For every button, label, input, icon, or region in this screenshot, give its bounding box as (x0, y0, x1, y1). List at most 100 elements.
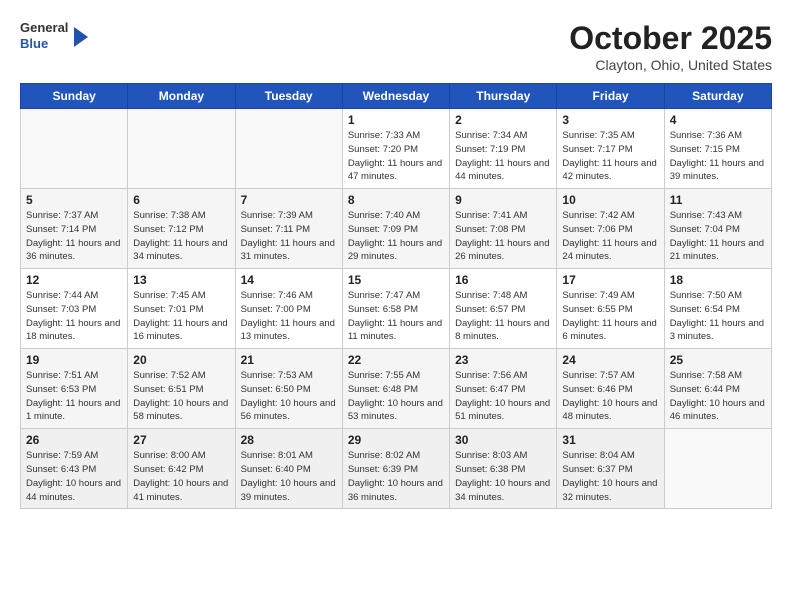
cell-info-text: Sunrise: 7:37 AM Sunset: 7:14 PM Dayligh… (26, 209, 122, 264)
calendar-cell: 18Sunrise: 7:50 AM Sunset: 6:54 PM Dayli… (664, 269, 771, 349)
calendar-cell (235, 109, 342, 189)
calendar-cell: 12 Sunrise: 7:44 AM Sunset: 7:03 PM Dayli… (21, 269, 128, 349)
cell-info-text: Sunrise: 8:01 AM Sunset: 6:40 PM Dayligh… (241, 449, 337, 504)
cell-date-number: 16 (455, 273, 551, 287)
calendar-cell: 22Sunrise: 7:55 AM Sunset: 6:48 PM Dayli… (342, 349, 449, 429)
cell-info-text: Sunrise: 7:36 AM Sunset: 7:15 PM Dayligh… (670, 129, 766, 184)
day-header-monday: Monday (128, 84, 235, 109)
calendar-cell: 7 Sunrise: 7:39 AM Sunset: 7:11 PM Daylig… (235, 189, 342, 269)
calendar-week-row: 26Sunrise: 7:59 AM Sunset: 6:43 PM Dayli… (21, 429, 772, 509)
cell-date-number: 15 (348, 273, 444, 287)
cell-date-number: 7 (241, 193, 337, 207)
calendar-cell: 5 Sunrise: 7:37 AM Sunset: 7:14 PM Daylig… (21, 189, 128, 269)
cell-info-text: Sunrise: 7:44 AM Sunset: 7:03 PM Dayligh… (26, 289, 122, 344)
cell-date-number: 14 (241, 273, 337, 287)
calendar-cell: 26Sunrise: 7:59 AM Sunset: 6:43 PM Dayli… (21, 429, 128, 509)
cell-date-number: 18 (670, 273, 766, 287)
cell-date-number: 24 (562, 353, 658, 367)
cell-info-text: Sunrise: 7:58 AM Sunset: 6:44 PM Dayligh… (670, 369, 766, 424)
cell-info-text: Sunrise: 7:51 AM Sunset: 6:53 PM Dayligh… (26, 369, 122, 424)
calendar-cell: 10 Sunrise: 7:42 AM Sunset: 7:06 PM Dayli… (557, 189, 664, 269)
cell-info-text: Sunrise: 7:38 AM Sunset: 7:12 PM Dayligh… (133, 209, 229, 264)
calendar-cell: 15 Sunrise: 7:47 AM Sunset: 6:58 PM Dayli… (342, 269, 449, 349)
calendar-cell: 9 Sunrise: 7:41 AM Sunset: 7:08 PM Daylig… (450, 189, 557, 269)
cell-date-number: 3 (562, 113, 658, 127)
cell-date-number: 6 (133, 193, 229, 207)
cell-date-number: 27 (133, 433, 229, 447)
logo-general: General (20, 20, 68, 36)
cell-date-number: 26 (26, 433, 122, 447)
cell-date-number: 12 (26, 273, 122, 287)
cell-info-text: Sunrise: 8:03 AM Sunset: 6:38 PM Dayligh… (455, 449, 551, 504)
calendar-cell: 11 Sunrise: 7:43 AM Sunset: 7:04 PM Dayli… (664, 189, 771, 269)
calendar-cell: 29Sunrise: 8:02 AM Sunset: 6:39 PM Dayli… (342, 429, 449, 509)
calendar-cell: 20 Sunrise: 7:52 AM Sunset: 6:51 PM Dayli… (128, 349, 235, 429)
cell-date-number: 5 (26, 193, 122, 207)
calendar-cell: 2 Sunrise: 7:34 AM Sunset: 7:19 PM Daylig… (450, 109, 557, 189)
calendar-cell: 17 Sunrise: 7:49 AM Sunset: 6:55 PM Dayli… (557, 269, 664, 349)
calendar-cell: 25 Sunrise: 7:58 AM Sunset: 6:44 PM Dayli… (664, 349, 771, 429)
calendar-cell: 19Sunrise: 7:51 AM Sunset: 6:53 PM Dayli… (21, 349, 128, 429)
calendar-cell: 31 Sunrise: 8:04 AM Sunset: 6:37 PM Dayli… (557, 429, 664, 509)
cell-info-text: Sunrise: 7:40 AM Sunset: 7:09 PM Dayligh… (348, 209, 444, 264)
cell-info-text: Sunrise: 7:53 AM Sunset: 6:50 PM Dayligh… (241, 369, 337, 424)
day-header-thursday: Thursday (450, 84, 557, 109)
cell-date-number: 10 (562, 193, 658, 207)
cell-info-text: Sunrise: 7:46 AM Sunset: 7:00 PM Dayligh… (241, 289, 337, 344)
day-header-sunday: Sunday (21, 84, 128, 109)
cell-date-number: 25 (670, 353, 766, 367)
cell-info-text: Sunrise: 7:47 AM Sunset: 6:58 PM Dayligh… (348, 289, 444, 344)
cell-info-text: Sunrise: 7:33 AM Sunset: 7:20 PM Dayligh… (348, 129, 444, 184)
calendar-cell: 3 Sunrise: 7:35 AM Sunset: 7:17 PM Daylig… (557, 109, 664, 189)
calendar-cell: 1Sunrise: 7:33 AM Sunset: 7:20 PM Daylig… (342, 109, 449, 189)
calendar-cell: 16 Sunrise: 7:48 AM Sunset: 6:57 PM Dayli… (450, 269, 557, 349)
calendar-cell (128, 109, 235, 189)
calendar-cell: 30 Sunrise: 8:03 AM Sunset: 6:38 PM Dayli… (450, 429, 557, 509)
cell-date-number: 11 (670, 193, 766, 207)
calendar-week-row: 1Sunrise: 7:33 AM Sunset: 7:20 PM Daylig… (21, 109, 772, 189)
logo-blue: Blue (20, 36, 68, 52)
day-header-wednesday: Wednesday (342, 84, 449, 109)
calendar-table: SundayMondayTuesdayWednesdayThursdayFrid… (20, 83, 772, 509)
calendar-cell: 13 Sunrise: 7:45 AM Sunset: 7:01 PM Dayli… (128, 269, 235, 349)
cell-info-text: Sunrise: 7:41 AM Sunset: 7:08 PM Dayligh… (455, 209, 551, 264)
cell-info-text: Sunrise: 8:00 AM Sunset: 6:42 PM Dayligh… (133, 449, 229, 504)
cell-date-number: 4 (670, 113, 766, 127)
logo-arrow-icon (74, 27, 88, 47)
calendar-cell: 24 Sunrise: 7:57 AM Sunset: 6:46 PM Dayli… (557, 349, 664, 429)
cell-info-text: Sunrise: 7:49 AM Sunset: 6:55 PM Dayligh… (562, 289, 658, 344)
cell-date-number: 2 (455, 113, 551, 127)
cell-info-text: Sunrise: 8:04 AM Sunset: 6:37 PM Dayligh… (562, 449, 658, 504)
cell-info-text: Sunrise: 7:52 AM Sunset: 6:51 PM Dayligh… (133, 369, 229, 424)
calendar-cell: 6 Sunrise: 7:38 AM Sunset: 7:12 PM Daylig… (128, 189, 235, 269)
title-area: October 2025 Clayton, Ohio, United State… (569, 20, 772, 73)
cell-date-number: 21 (241, 353, 337, 367)
cell-info-text: Sunrise: 7:35 AM Sunset: 7:17 PM Dayligh… (562, 129, 658, 184)
cell-info-text: Sunrise: 7:39 AM Sunset: 7:11 PM Dayligh… (241, 209, 337, 264)
cell-info-text: Sunrise: 7:42 AM Sunset: 7:06 PM Dayligh… (562, 209, 658, 264)
calendar-week-row: 5 Sunrise: 7:37 AM Sunset: 7:14 PM Daylig… (21, 189, 772, 269)
day-header-tuesday: Tuesday (235, 84, 342, 109)
cell-date-number: 20 (133, 353, 229, 367)
cell-date-number: 31 (562, 433, 658, 447)
cell-info-text: Sunrise: 7:56 AM Sunset: 6:47 PM Dayligh… (455, 369, 551, 424)
cell-date-number: 28 (241, 433, 337, 447)
cell-date-number: 9 (455, 193, 551, 207)
cell-info-text: Sunrise: 7:48 AM Sunset: 6:57 PM Dayligh… (455, 289, 551, 344)
cell-info-text: Sunrise: 7:43 AM Sunset: 7:04 PM Dayligh… (670, 209, 766, 264)
cell-date-number: 8 (348, 193, 444, 207)
calendar-cell: 28 Sunrise: 8:01 AM Sunset: 6:40 PM Dayli… (235, 429, 342, 509)
calendar-cell: 4 Sunrise: 7:36 AM Sunset: 7:15 PM Daylig… (664, 109, 771, 189)
cell-info-text: Sunrise: 7:57 AM Sunset: 6:46 PM Dayligh… (562, 369, 658, 424)
cell-date-number: 17 (562, 273, 658, 287)
cell-date-number: 30 (455, 433, 551, 447)
calendar-cell: 27 Sunrise: 8:00 AM Sunset: 6:42 PM Dayli… (128, 429, 235, 509)
day-header-friday: Friday (557, 84, 664, 109)
calendar-cell (664, 429, 771, 509)
calendar-cell: 23Sunrise: 7:56 AM Sunset: 6:47 PM Dayli… (450, 349, 557, 429)
calendar-week-row: 19Sunrise: 7:51 AM Sunset: 6:53 PM Dayli… (21, 349, 772, 429)
cell-info-text: Sunrise: 7:45 AM Sunset: 7:01 PM Dayligh… (133, 289, 229, 344)
cell-date-number: 13 (133, 273, 229, 287)
calendar-subtitle: Clayton, Ohio, United States (569, 57, 772, 73)
cell-info-text: Sunrise: 7:34 AM Sunset: 7:19 PM Dayligh… (455, 129, 551, 184)
